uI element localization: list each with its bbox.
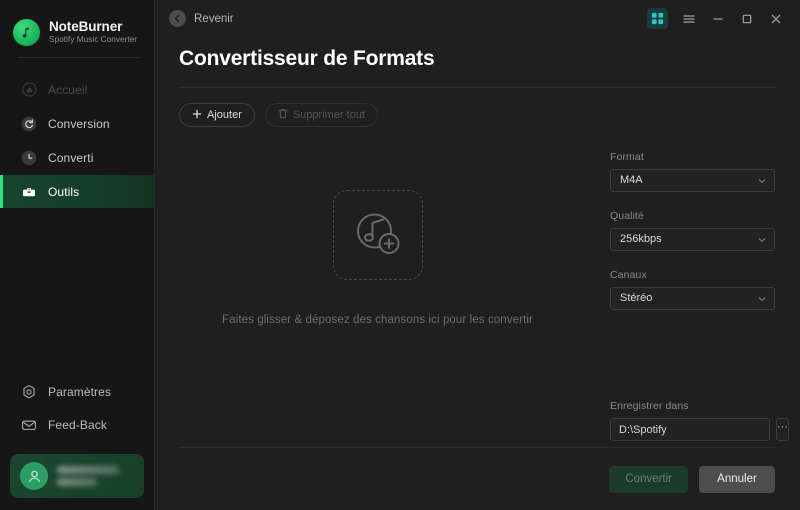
sidebar-item-label: Feed-Back	[48, 419, 107, 431]
clock-icon	[20, 149, 38, 167]
grid-view-icon[interactable]	[647, 8, 668, 29]
sidebar-item-parametres[interactable]: Paramètres	[0, 376, 154, 408]
user-info	[57, 466, 119, 486]
brand: NoteBurner Spotify Music Converter	[0, 0, 154, 52]
sidebar-item-feedback[interactable]: Feed-Back	[0, 409, 154, 441]
add-button-label: Ajouter	[207, 109, 242, 121]
sidebar-item-label: Accueil	[48, 84, 87, 96]
chevron-down-icon	[757, 176, 767, 186]
channels-select[interactable]: Stéréo	[610, 287, 775, 310]
sidebar-spacer	[0, 209, 154, 376]
sidebar-item-outils[interactable]: Outils	[0, 175, 154, 208]
quality-label: Qualité	[610, 210, 775, 222]
add-music-note-icon	[350, 205, 406, 266]
maximize-icon[interactable]	[733, 7, 760, 31]
dropzone-hint: Faites glisser & déposez des chansons ic…	[222, 314, 533, 326]
delete-all-button[interactable]: Supprimer tout	[265, 103, 378, 127]
envelope-icon	[20, 416, 38, 434]
sidebar-item-converti[interactable]: Converti	[0, 141, 154, 174]
sidebar-item-label: Paramètres	[48, 386, 111, 398]
sync-icon	[20, 115, 38, 133]
page-title: Convertisseur de Formats	[155, 37, 800, 71]
avatar	[20, 462, 48, 490]
footer: Convertir Annuler	[155, 448, 800, 510]
chevron-down-icon	[757, 294, 767, 304]
delete-all-button-label: Supprimer tout	[293, 109, 365, 121]
quality-value: 256kbps	[620, 234, 757, 245]
output-path-input[interactable]	[610, 418, 770, 441]
settings-panel: Format M4A Qualité 256kbps Canaux Sté	[600, 127, 800, 447]
secondary-navigation: Paramètres Feed-Back	[0, 376, 154, 442]
user-name	[57, 466, 119, 474]
format-label: Format	[610, 151, 775, 163]
cancel-button[interactable]: Annuler	[699, 466, 775, 493]
sidebar-item-label: Outils	[48, 186, 79, 198]
plus-icon	[192, 109, 202, 122]
brand-title: NoteBurner	[49, 19, 137, 34]
back-arrow-circle-icon	[169, 10, 186, 27]
back-button-label: Revenir	[194, 13, 234, 25]
convert-button[interactable]: Convertir	[609, 466, 688, 493]
sidebar-item-conversion[interactable]: Conversion	[0, 107, 154, 140]
format-value: M4A	[620, 175, 757, 186]
toolbox-icon	[20, 183, 38, 201]
content-row: Faites glisser & déposez des chansons ic…	[155, 127, 800, 447]
brand-subtitle: Spotify Music Converter	[49, 34, 137, 46]
dropzone[interactable]: Faites glisser & déposez des chansons ic…	[155, 127, 600, 447]
output-label: Enregistrer dans	[610, 400, 775, 412]
sidebar-item-label: Converti	[48, 152, 93, 164]
window-controls	[647, 7, 789, 31]
format-select[interactable]: M4A	[610, 169, 775, 192]
dropzone-box[interactable]	[333, 190, 423, 280]
output-path-row: ···	[610, 418, 775, 441]
sidebar-item-accueil[interactable]: Accueil	[0, 73, 154, 106]
user-plan	[57, 478, 97, 486]
hamburger-menu-icon[interactable]	[675, 7, 702, 31]
application-window: NoteBurner Spotify Music Converter Accue…	[0, 0, 800, 510]
home-icon	[20, 81, 38, 99]
brand-divider	[18, 57, 140, 58]
toolbar: Ajouter Supprimer tout	[155, 88, 800, 127]
minimize-icon[interactable]	[704, 7, 731, 31]
primary-navigation: Accueil Conversion	[0, 73, 154, 209]
quality-select[interactable]: 256kbps	[610, 228, 775, 251]
sidebar-item-label: Conversion	[48, 118, 110, 130]
channels-value: Stéréo	[620, 293, 757, 304]
panel-spacer	[610, 328, 775, 400]
add-button[interactable]: Ajouter	[179, 103, 255, 127]
browse-folder-button[interactable]: ···	[776, 418, 789, 441]
back-button[interactable]: Revenir	[169, 10, 234, 27]
trash-icon	[278, 108, 288, 122]
sidebar: NoteBurner Spotify Music Converter Accue…	[0, 0, 155, 510]
close-icon[interactable]	[762, 7, 789, 31]
music-note-circle-icon	[13, 19, 40, 46]
user-account-card[interactable]	[10, 454, 144, 498]
channels-label: Canaux	[610, 269, 775, 281]
titlebar: Revenir	[155, 0, 800, 37]
chevron-down-icon	[757, 235, 767, 245]
settings-icon	[20, 383, 38, 401]
main-area: Revenir	[155, 0, 800, 510]
